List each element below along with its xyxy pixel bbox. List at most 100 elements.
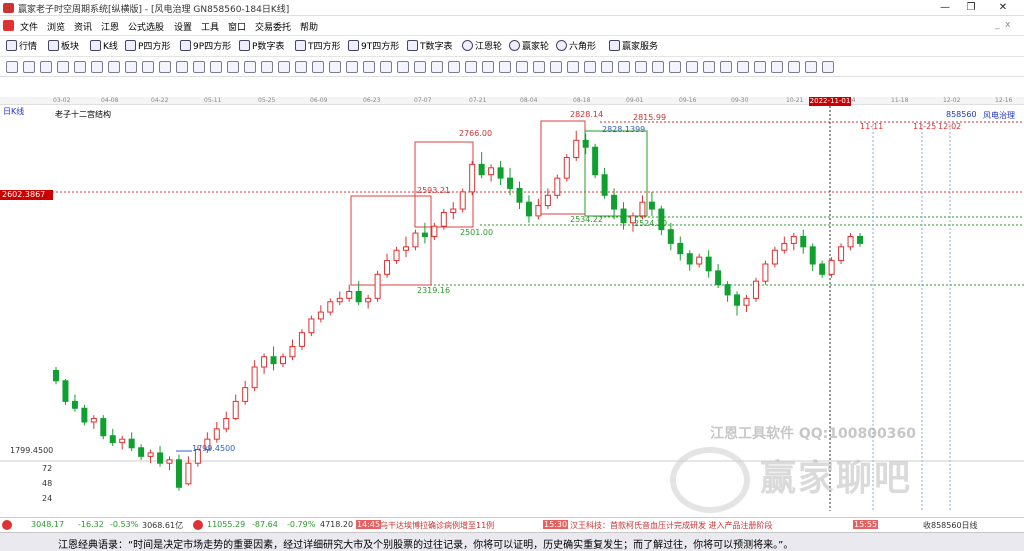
draw-tool-45-icon[interactable] [754,61,766,73]
menu-window[interactable]: 窗口 [228,20,246,33]
draw-tool-38-icon[interactable] [635,61,647,73]
tb-9p-square[interactable]: 9P四方形 [180,40,231,54]
draw-tool-10-icon[interactable] [159,61,171,73]
menu-browse[interactable]: 浏览 [47,20,65,33]
candle-body [261,356,268,368]
draw-tool-4-icon[interactable] [57,61,69,73]
tb-quotes[interactable]: 行情 [6,40,37,54]
draw-tool-23-icon[interactable] [380,61,392,73]
draw-tool-37-icon[interactable] [618,61,630,73]
tb-9t-square[interactable]: 9T四方形 [348,40,399,54]
draw-tool-39-icon[interactable] [652,61,664,73]
sh-index[interactable]: 3048.17 [31,520,64,529]
menu-help[interactable]: 帮助 [300,20,318,33]
draw-tool-31-icon[interactable] [516,61,528,73]
draw-tool-24-icon[interactable] [397,61,409,73]
draw-tool-42-icon[interactable] [703,61,715,73]
tb-t-number[interactable]: T数字表 [407,40,453,54]
draw-tool-33-icon[interactable] [550,61,562,73]
draw-tool-49-icon[interactable] [822,61,834,73]
draw-tool-21-icon[interactable] [346,61,358,73]
candle-body [544,194,551,207]
tb-winner-service[interactable]: 赢家服务 [609,40,658,54]
draw-tool-15-icon[interactable] [244,61,256,73]
draw-tool-40-icon[interactable] [669,61,681,73]
draw-tool-44-icon[interactable] [737,61,749,73]
menu-info[interactable]: 资讯 [74,20,92,33]
draw-tool-18-icon[interactable] [295,61,307,73]
indicator-label: 老子十二宫结构 [55,110,111,119]
draw-tool-48-icon[interactable] [805,61,817,73]
draw-tool-19-icon[interactable] [312,61,324,73]
candle-body [857,236,863,244]
draw-tool-11-icon[interactable] [176,61,188,73]
draw-tool-20-icon[interactable] [329,61,341,73]
draw-tool-22-icon[interactable] [363,61,375,73]
date-tick: 10-21 [786,97,804,104]
news1[interactable]: 乌干达埃博拉确诊病例增至11例 [380,520,494,531]
menu-min-icon[interactable]: _ [995,20,1000,30]
chart-area[interactable]: 日K线 老子十二宫结构 858560 风电治理 11-11 11-25 12-0… [0,106,1024,517]
draw-tool-12-icon[interactable] [193,61,205,73]
draw-tool-26-icon[interactable] [431,61,443,73]
t-number-icon [407,40,418,51]
tb-sector[interactable]: 板块 [48,40,79,54]
draw-tool-14-icon[interactable] [227,61,239,73]
tb-gann-wheel[interactable]: 江恩轮 [462,40,502,54]
menu-formula[interactable]: 公式选股 [128,20,164,33]
drawing-toolbar [0,58,1024,77]
draw-tool-25-icon[interactable] [414,61,426,73]
draw-tool-6-icon[interactable] [91,61,103,73]
draw-tool-30-icon[interactable] [499,61,511,73]
draw-tool-43-icon[interactable] [720,61,732,73]
tb-p-number[interactable]: P数字表 [239,40,284,54]
draw-tool-34-icon[interactable] [567,61,579,73]
tb-hexagon[interactable]: 六角形 [556,40,596,54]
draw-tool-17-icon[interactable] [278,61,290,73]
draw-tool-1-icon[interactable] [6,61,18,73]
news2[interactable]: 汉王科技：首款柯氏音血压计完成研发 进入产品注册阶段 [570,520,773,531]
draw-tool-32-icon[interactable] [533,61,545,73]
draw-tool-16-icon[interactable] [261,61,273,73]
structure-box-1 [350,195,432,286]
tb-kline[interactable]: K线 [90,40,118,54]
draw-tool-13-icon[interactable] [210,61,222,73]
tb-p-square-label: P四方形 [138,42,171,52]
candle-body [421,232,428,238]
tb-t-square-label: T四方形 [308,42,341,52]
menu-settings[interactable]: 设置 [174,20,192,33]
draw-tool-36-icon[interactable] [601,61,613,73]
tb-t-square[interactable]: T四方形 [295,40,341,54]
maximize-button[interactable]: ❐ [956,1,986,15]
draw-tool-28-icon[interactable] [465,61,477,73]
tb-p-square[interactable]: P四方形 [125,40,170,54]
menu-gann[interactable]: 江恩 [101,20,119,33]
sh-percent: -0.53% [110,520,139,529]
draw-tool-2-icon[interactable] [23,61,35,73]
draw-tool-3-icon[interactable] [40,61,52,73]
draw-tool-46-icon[interactable] [771,61,783,73]
candle-body [128,438,135,449]
menu-tools[interactable]: 工具 [201,20,219,33]
draw-tool-27-icon[interactable] [448,61,460,73]
menu-close-icon[interactable]: x [1005,20,1010,30]
candle-body [696,256,703,265]
price-badge: 2602.3867 [0,190,53,200]
tb-winner-wheel[interactable]: 赢家轮 [509,40,549,54]
draw-tool-47-icon[interactable] [788,61,800,73]
draw-tool-5-icon[interactable] [74,61,86,73]
name-label: 风电治理 [983,111,1015,120]
draw-tool-8-icon[interactable] [125,61,137,73]
candle-body [828,260,835,275]
menu-file[interactable]: 文件 [20,20,38,33]
draw-tool-29-icon[interactable] [482,61,494,73]
sz-index[interactable]: 11055.29 [207,520,245,529]
draw-tool-9-icon[interactable] [142,61,154,73]
close-button[interactable]: ✕ [988,1,1018,15]
draw-tool-7-icon[interactable] [108,61,120,73]
level-1799: 1799.4500 [192,444,236,453]
draw-tool-35-icon[interactable] [584,61,596,73]
kline-icon [90,40,101,51]
draw-tool-41-icon[interactable] [686,61,698,73]
menu-trade[interactable]: 交易委托 [255,20,291,33]
